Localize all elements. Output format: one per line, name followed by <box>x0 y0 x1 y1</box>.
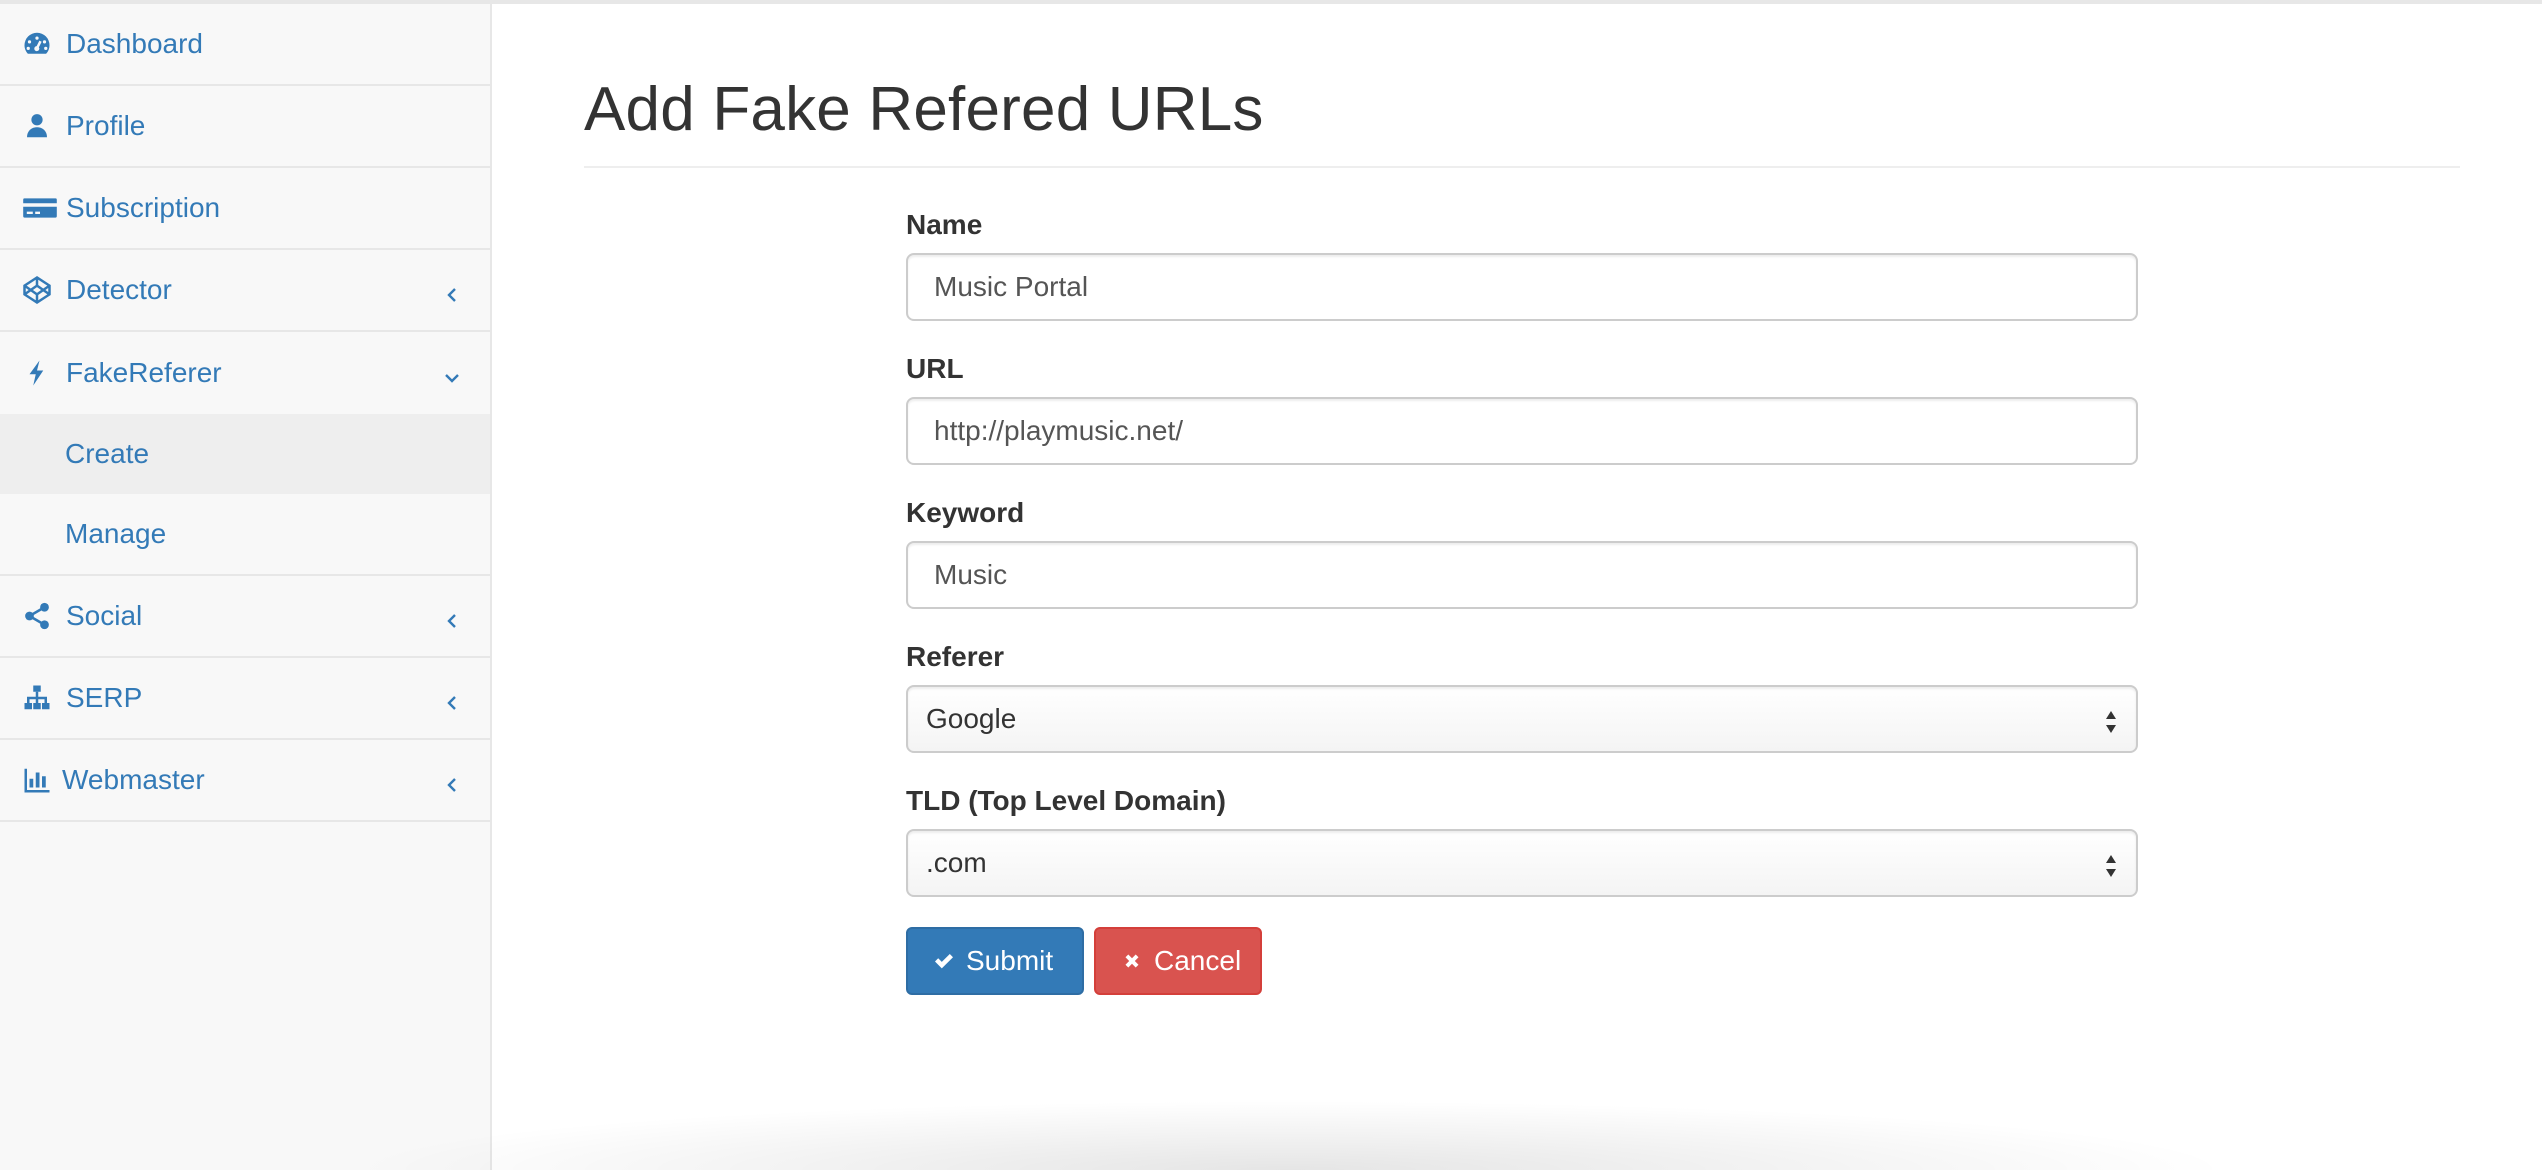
referer-label: Referer <box>906 641 1005 672</box>
main-content: Add Fake Refered URLs Name URL Keyword R… <box>492 4 2542 1170</box>
keyword-input[interactable] <box>906 541 2138 609</box>
close-icon <box>1120 949 1144 973</box>
dashboard-icon <box>22 29 52 59</box>
sidebar-item-label: Dashboard <box>66 28 203 59</box>
chevron-left-icon <box>442 606 462 628</box>
sidebar-item-profile[interactable]: Profile <box>0 86 490 168</box>
sidebar-item-label: Webmaster <box>62 764 205 795</box>
sidebar-item-social[interactable]: Social <box>0 576 490 658</box>
submit-label: Submit <box>966 945 1054 976</box>
chevron-left-icon <box>442 770 462 792</box>
sidebar-item-webmaster[interactable]: Webmaster <box>0 740 490 822</box>
sidebar-item-label: SERP <box>66 682 143 713</box>
cancel-label: Cancel <box>1154 945 1242 976</box>
sidebar-item-label: FakeReferer <box>66 357 222 388</box>
chevron-left-icon <box>442 688 462 710</box>
cancel-button[interactable]: Cancel <box>1094 927 1262 995</box>
form-actions: Submit Cancel <box>906 927 2138 995</box>
bottom-shadow <box>340 1100 2240 1170</box>
select-arrows-icon <box>2106 855 2116 877</box>
sidebar-item-subscription[interactable]: Subscription <box>0 168 490 250</box>
sidebar: Dashboard Profile Subscription Detector … <box>0 4 492 1170</box>
user-icon <box>22 111 52 141</box>
form-group-keyword: Keyword <box>906 497 2138 609</box>
page-title: Add Fake Refered URLs <box>584 75 1264 144</box>
bolt-icon <box>22 358 52 388</box>
name-label: Name <box>906 209 983 240</box>
select-arrows-icon <box>2106 711 2116 733</box>
sidebar-item-serp[interactable]: SERP <box>0 658 490 740</box>
title-divider <box>584 166 2460 168</box>
fakereferer-submenu: Create Manage <box>0 414 490 576</box>
sidebar-item-dashboard[interactable]: Dashboard <box>0 4 490 86</box>
sitemap-icon <box>22 683 52 713</box>
url-input[interactable] <box>906 397 2138 465</box>
sidebar-subitem-create[interactable]: Create <box>0 414 490 494</box>
sidebar-item-fakereferer[interactable]: FakeReferer <box>0 332 490 414</box>
sidebar-subitem-manage[interactable]: Manage <box>0 494 490 574</box>
referer-selected-value: Google <box>926 703 1017 734</box>
check-icon <box>932 949 956 973</box>
form-group-name: Name <box>906 209 2138 321</box>
tld-selected-value: .com <box>926 847 987 878</box>
sidebar-item-label: Profile <box>66 110 146 141</box>
add-fake-url-form: Name URL Keyword Referer Google TLD (Top… <box>906 209 2138 995</box>
referer-select[interactable]: Google <box>906 685 2138 753</box>
keyword-label: Keyword <box>906 497 1025 528</box>
share-icon <box>22 601 52 631</box>
bar-chart-icon <box>22 765 52 795</box>
chevron-left-icon <box>442 280 462 302</box>
sidebar-item-detector[interactable]: Detector <box>0 250 490 332</box>
credit-card-icon <box>22 193 58 223</box>
chevron-down-icon <box>442 363 462 383</box>
name-input[interactable] <box>906 253 2138 321</box>
tld-select[interactable]: .com <box>906 829 2138 897</box>
form-group-tld: TLD (Top Level Domain) .com <box>906 785 2138 897</box>
sidebar-item-label: Social <box>66 600 143 631</box>
codepen-icon <box>22 275 52 305</box>
tld-label: TLD (Top Level Domain) <box>906 785 1226 816</box>
url-label: URL <box>906 353 964 384</box>
sidebar-item-label: Detector <box>66 274 172 305</box>
form-group-url: URL <box>906 353 2138 465</box>
sidebar-item-label: Subscription <box>66 192 221 223</box>
form-group-referer: Referer Google <box>906 641 2138 753</box>
submit-button[interactable]: Submit <box>906 927 1084 995</box>
